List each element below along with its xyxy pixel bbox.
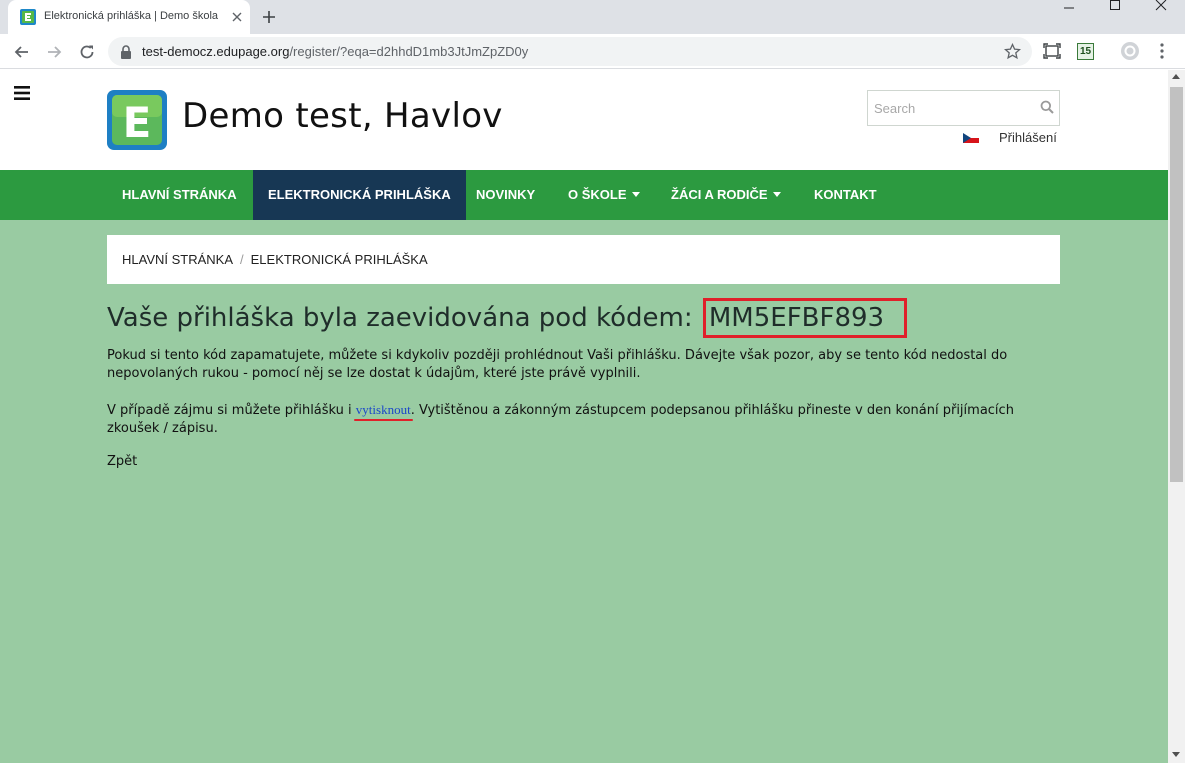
close-window-icon[interactable] — [1138, 0, 1184, 30]
scroll-up-arrow-icon[interactable] — [1172, 74, 1180, 79]
page-viewport: E Demo test, Havlov Přihlášení HLAVNÍ ST… — [0, 70, 1168, 763]
url-text: test-democz.edupage.org/register/?eqa=d2… — [142, 44, 528, 59]
nav-item-application[interactable]: ELEKTRONICKÁ PRIHLÁŠKA — [253, 170, 466, 220]
czech-flag-icon[interactable] — [963, 133, 979, 143]
registration-code: MM5EFBF893 — [702, 298, 908, 338]
browser-tabstrip: Elektronická prihláška | Demo škola — [0, 0, 1185, 34]
forward-arrow-icon[interactable] — [44, 42, 64, 62]
site-header: E Demo test, Havlov Přihlášení — [0, 70, 1168, 170]
browser-toolbar: test-democz.edupage.org/register/?eqa=d2… — [0, 34, 1185, 69]
confirmation-heading: Vaše přihláška byla zaevidována pod kóde… — [107, 298, 908, 338]
back-arrow-icon[interactable] — [12, 42, 32, 62]
new-tab-icon[interactable] — [259, 7, 279, 27]
print-info-text-before: V případě zájmu si můžete přihlášku i — [107, 403, 356, 418]
heading-text: Vaše přihláška byla zaevidována pod kóde… — [107, 303, 693, 333]
browser-tab[interactable]: Elektronická prihláška | Demo škola — [8, 0, 250, 34]
breadcrumb-home[interactable]: HLAVNÍ STRÁNKA — [122, 252, 233, 267]
lock-icon — [121, 45, 131, 59]
extension-badge-icon[interactable]: 15 — [1077, 43, 1094, 60]
address-bar[interactable]: test-democz.edupage.org/register/?eqa=d2… — [108, 37, 1032, 66]
nav-item-about-school[interactable]: O ŠKOLE — [553, 170, 655, 220]
search-icon[interactable] — [1040, 100, 1054, 114]
main-nav: HLAVNÍ STRÁNKA ELEKTRONICKÁ PRIHLÁŠKA NO… — [0, 170, 1168, 220]
kebab-menu-icon[interactable] — [1158, 42, 1166, 60]
code-info-paragraph: Pokud si tento kód zapamatujete, můžete … — [107, 348, 1008, 381]
breadcrumb-current: ELEKTRONICKÁ PRIHLÁŠKA — [250, 252, 428, 267]
print-info-paragraph: V případě zájmu si můžete přihlášku i vy… — [107, 401, 1052, 438]
print-link-label: vytisknout — [355, 402, 411, 417]
scrollbar-thumb[interactable] — [1170, 87, 1183, 482]
page-scrollbar[interactable] — [1168, 70, 1185, 763]
reload-icon[interactable] — [77, 42, 97, 62]
hamburger-menu-icon[interactable] — [14, 86, 30, 100]
nav-label: ŽÁCI A RODIČE — [671, 187, 768, 202]
caret-down-icon — [631, 192, 640, 197]
nav-label: O ŠKOLE — [568, 187, 627, 202]
search-input[interactable] — [868, 91, 1028, 125]
screenshot-extension-icon[interactable] — [1043, 43, 1061, 59]
nav-item-students-parents[interactable]: ŽÁCI A RODIČE — [656, 170, 796, 220]
print-link-highlight — [353, 419, 413, 421]
print-link[interactable]: vytisknout — [353, 402, 413, 421]
scroll-down-arrow-icon[interactable] — [1172, 752, 1180, 757]
back-link[interactable]: Zpět — [107, 454, 137, 469]
bookmark-star-icon[interactable] — [1004, 43, 1021, 60]
breadcrumb-separator: / — [240, 252, 244, 267]
edupage-logo-icon: E — [107, 90, 167, 150]
breadcrumb: HLAVNÍ STRÁNKA / ELEKTRONICKÁ PRIHLÁŠKA — [107, 235, 1060, 284]
maximize-icon[interactable] — [1092, 0, 1138, 30]
nav-label: KONTAKT — [814, 187, 877, 202]
nav-item-home[interactable]: HLAVNÍ STRÁNKA — [107, 170, 252, 220]
url-path: /register/?eqa=d2hhdD1mb3JtJmZpZD0y — [289, 44, 529, 59]
logo-letter: E — [123, 98, 152, 147]
login-link[interactable]: Přihlášení — [999, 130, 1057, 145]
minimize-icon[interactable] — [1046, 0, 1092, 30]
edupage-favicon-icon — [20, 9, 36, 25]
nav-item-contact[interactable]: KONTAKT — [799, 170, 892, 220]
nav-label: ELEKTRONICKÁ PRIHLÁŠKA — [268, 187, 451, 202]
nav-label: NOVINKY — [476, 187, 536, 202]
profile-avatar-icon[interactable] — [1120, 41, 1140, 61]
tab-title: Elektronická prihláška | Demo škola — [44, 10, 219, 22]
nav-label: HLAVNÍ STRÁNKA — [122, 187, 237, 202]
caret-down-icon — [772, 192, 781, 197]
close-tab-icon[interactable] — [230, 10, 244, 24]
nav-item-news[interactable]: NOVINKY — [461, 170, 550, 220]
url-host: test-democz.edupage.org — [142, 44, 290, 59]
site-logo[interactable]: E — [107, 90, 167, 150]
search-box — [867, 90, 1060, 126]
site-title[interactable]: Demo test, Havlov — [182, 96, 503, 136]
